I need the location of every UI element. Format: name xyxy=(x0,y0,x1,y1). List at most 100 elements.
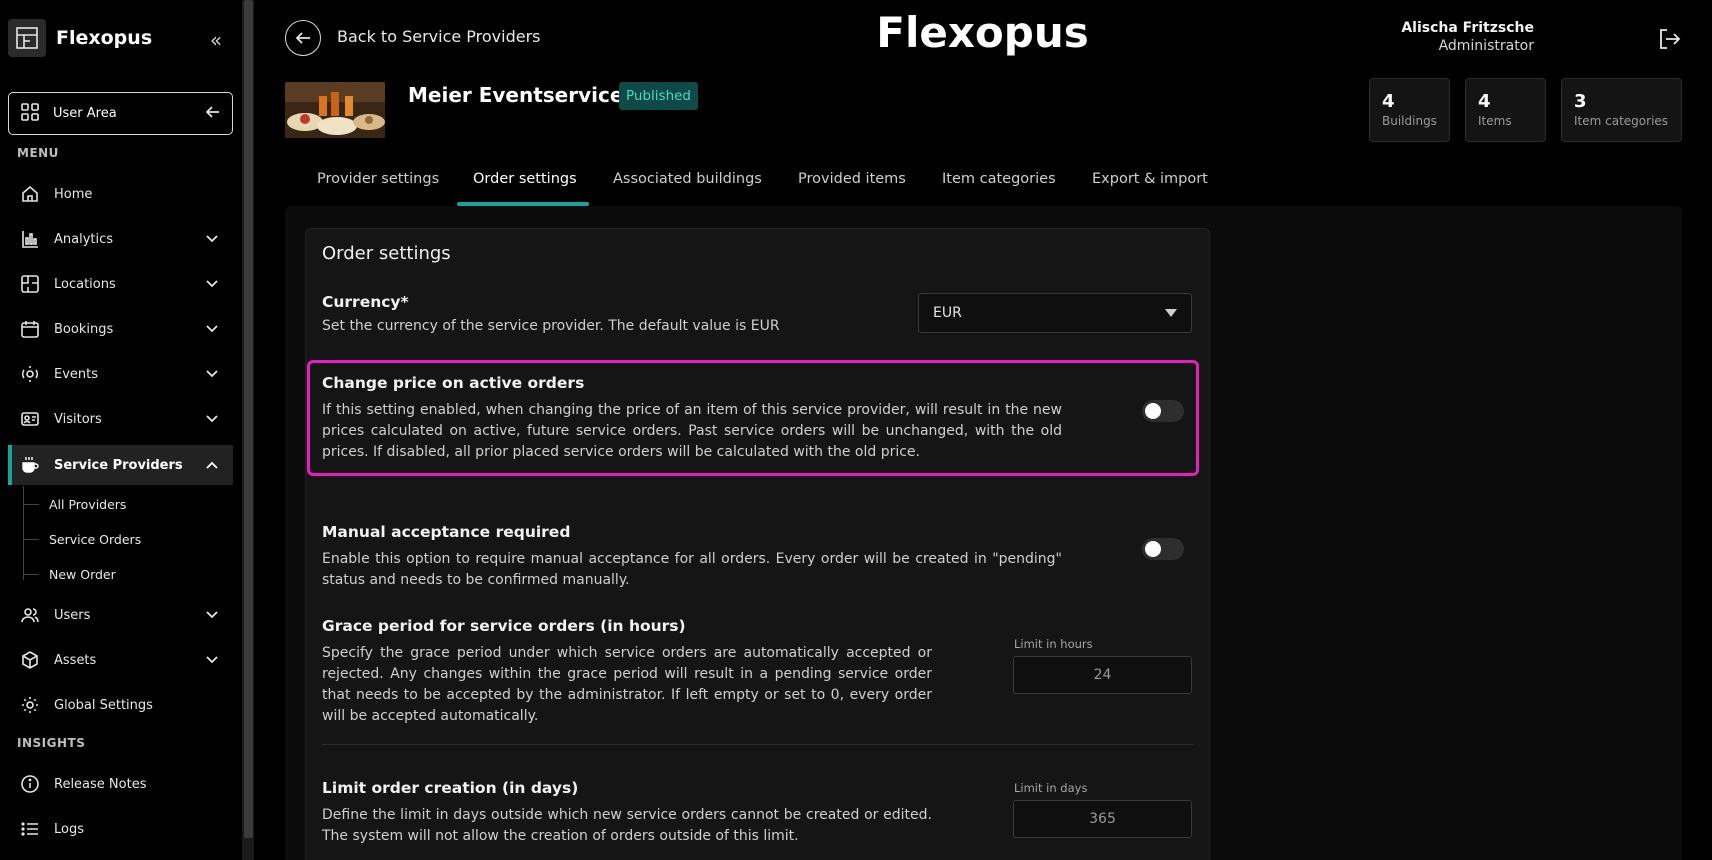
sidebar-item-assets[interactable]: Assets xyxy=(8,640,233,680)
sidebar-item-locations[interactable]: Locations xyxy=(8,264,233,304)
sidebar: Flexopus « User Area MENU Home Analytics xyxy=(0,0,242,860)
coffee-cup-icon xyxy=(20,455,40,475)
grace-period-desc: Specify the grace period under which ser… xyxy=(322,645,932,724)
stat-items: 4 Items xyxy=(1465,78,1546,142)
currency-title: Currency* xyxy=(322,293,409,311)
limit-creation-title: Limit order creation (in days) xyxy=(322,779,579,797)
stat-value: 4 xyxy=(1382,91,1395,112)
sidebar-item-service-providers[interactable]: Service Providers xyxy=(8,445,233,485)
currency-desc: Set the currency of the service provider… xyxy=(322,318,780,334)
sidebar-item-label: Global Settings xyxy=(54,697,153,713)
sidebar-item-label: Events xyxy=(54,366,99,382)
sidebar-item-bookings[interactable]: Bookings xyxy=(8,309,233,349)
stat-label: Items xyxy=(1478,114,1512,128)
stat-label: Item categories xyxy=(1574,114,1669,128)
sidebar-item-analytics[interactable]: Analytics xyxy=(8,219,233,259)
brand[interactable]: Flexopus xyxy=(8,19,152,57)
stat-buildings: 4 Buildings xyxy=(1369,78,1450,142)
chevron-down-icon xyxy=(205,412,219,426)
sidebar-item-label: Visitors xyxy=(54,411,102,427)
chevron-down-icon xyxy=(205,232,219,246)
back-button[interactable] xyxy=(285,20,321,56)
provider-image xyxy=(285,82,385,138)
sidebar-item-label: Users xyxy=(54,607,91,623)
tab-provided-items[interactable]: Provided items xyxy=(798,171,906,187)
sidebar-item-events[interactable]: Events xyxy=(8,354,233,394)
sidebar-item-release-notes[interactable]: Release Notes xyxy=(8,764,233,804)
floorplan-icon xyxy=(20,274,40,294)
user-area-label: User Area xyxy=(53,106,117,121)
sidebar-subitem-label: All Providers xyxy=(49,496,127,512)
sidebar-item-label: Logs xyxy=(54,821,84,837)
card-title: Order settings xyxy=(322,243,451,264)
tab-export-import[interactable]: Export & import xyxy=(1092,171,1208,187)
arrow-left-icon xyxy=(205,104,220,123)
sidebar-item-label: Assets xyxy=(54,652,97,668)
sidebar-item-label: Release Notes xyxy=(54,776,147,792)
provider-name: Meier Eventservice xyxy=(408,83,624,107)
sidebar-item-global-settings[interactable]: Global Settings xyxy=(8,685,233,725)
toggle-knob xyxy=(1145,541,1161,557)
sidebar-item-label: Locations xyxy=(54,276,116,292)
sidebar-subitem-service-orders[interactable]: Service Orders xyxy=(23,529,141,549)
change-price-desc: If this setting enabled, when changing t… xyxy=(322,402,1062,460)
sidebar-scrollbar-thumb[interactable] xyxy=(244,0,253,838)
limit-creation-input[interactable]: 365 xyxy=(1013,800,1192,838)
stat-value: 4 xyxy=(1478,91,1491,112)
calendar-icon xyxy=(20,319,40,339)
collapse-sidebar-icon[interactable]: « xyxy=(206,28,226,52)
grace-period-input[interactable]: 24 xyxy=(1013,656,1192,694)
limit-creation-field-label: Limit in days xyxy=(1014,781,1088,795)
sidebar-subitem-label: New Order xyxy=(49,566,116,582)
logout-icon[interactable] xyxy=(1656,26,1682,52)
home-icon xyxy=(20,184,40,204)
currency-select[interactable]: EUR xyxy=(918,293,1192,333)
app-root: Flexopus « User Area MENU Home Analytics xyxy=(0,0,1712,860)
sidebar-item-label: Bookings xyxy=(54,321,114,337)
currency-value: EUR xyxy=(933,305,962,321)
sidebar-subitem-all-providers[interactable]: All Providers xyxy=(23,494,126,514)
chevron-down-icon xyxy=(205,322,219,336)
sidebar-item-logs[interactable]: Logs xyxy=(8,809,233,849)
bar-chart-icon xyxy=(20,229,40,249)
menu-section-label: MENU xyxy=(17,146,59,160)
grace-period-title: Grace period for service orders (in hour… xyxy=(322,617,686,635)
user-area-button[interactable]: User Area xyxy=(8,92,233,135)
sidebar-item-label: Analytics xyxy=(54,231,114,247)
chevron-up-icon xyxy=(205,458,219,472)
stat-label: Buildings xyxy=(1382,114,1437,128)
cube-icon xyxy=(20,650,40,670)
change-price-title: Change price on active orders xyxy=(322,374,585,392)
brand-name: Flexopus xyxy=(56,27,153,49)
sidebar-item-home[interactable]: Home xyxy=(8,174,233,214)
sidebar-subitem-new-order[interactable]: New Order xyxy=(23,564,116,584)
sidebar-item-visitors[interactable]: Visitors xyxy=(8,399,233,439)
section-divider xyxy=(322,744,1193,745)
caret-down-icon xyxy=(1165,305,1177,321)
id-card-icon xyxy=(20,409,40,429)
info-icon xyxy=(20,774,40,794)
stat-item-categories: 3 Item categories xyxy=(1561,78,1682,142)
tab-order-settings[interactable]: Order settings xyxy=(473,171,577,187)
tab-associated-buildings[interactable]: Associated buildings xyxy=(613,171,762,187)
grid-icon xyxy=(21,102,39,125)
flexopus-logo-icon xyxy=(8,19,46,57)
change-price-toggle[interactable] xyxy=(1142,400,1184,422)
users-icon xyxy=(20,605,40,625)
user-role: Administrator xyxy=(1438,38,1534,54)
broadcast-icon xyxy=(20,364,40,384)
sidebar-item-users[interactable]: Users xyxy=(8,595,233,635)
tab-item-categories[interactable]: Item categories xyxy=(942,171,1056,187)
chevron-down-icon xyxy=(205,653,219,667)
sidebar-item-label: Home xyxy=(54,186,93,202)
sidebar-subitem-label: Service Orders xyxy=(49,531,142,547)
list-icon xyxy=(20,819,40,839)
manual-acceptance-title: Manual acceptance required xyxy=(322,523,571,541)
status-badge: Published xyxy=(619,82,698,110)
insights-section-label: INSIGHTS xyxy=(17,736,86,750)
toggle-knob xyxy=(1145,403,1161,419)
manual-acceptance-toggle[interactable] xyxy=(1142,538,1184,560)
user-name: Alischa Fritzsche xyxy=(1401,20,1534,36)
tab-provider-settings[interactable]: Provider settings xyxy=(317,171,439,187)
back-link[interactable]: Back to Service Providers xyxy=(337,27,541,46)
